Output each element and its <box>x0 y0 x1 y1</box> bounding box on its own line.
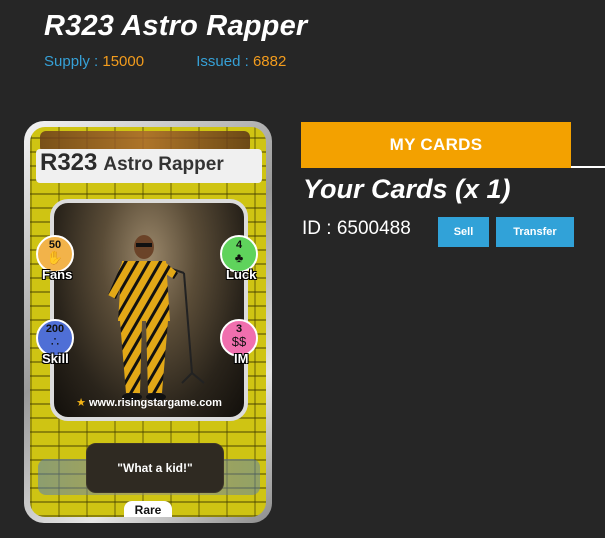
rapper-figure-illustration <box>108 235 205 401</box>
fans-label: Fans <box>42 267 73 282</box>
card-code: R323 <box>40 149 98 176</box>
fans-icon: ✋ <box>46 250 64 265</box>
sell-button[interactable]: Sell <box>438 217 489 247</box>
money-icon: $$ <box>231 334 247 349</box>
card-quote: "What a kid!" <box>117 461 193 475</box>
page-title: R323 Astro Rapper <box>44 10 308 42</box>
card-image: R323 Astro Rapper ★ www.risingstargame.c… <box>24 121 272 523</box>
issued-value: 6882 <box>252 53 287 70</box>
issued-label: Issued : <box>196 53 253 70</box>
luck-label: Luck <box>226 267 257 282</box>
supply-value: 15000 <box>102 53 145 70</box>
card-face: R323 Astro Rapper ★ www.risingstargame.c… <box>30 127 266 517</box>
card-name: Astro Rapper <box>103 154 224 175</box>
tab-my-cards-label: MY CARDS <box>389 135 483 154</box>
skill-icon: ∴ <box>50 334 60 349</box>
card-quote-box: "What a kid!" <box>86 443 224 493</box>
card-name-banner: R323 Astro Rapper <box>36 149 262 183</box>
supply-label: Supply : <box>44 53 103 70</box>
website-watermark: ★ www.risingstargame.com <box>54 396 244 409</box>
clover-icon: ♣ <box>234 250 244 265</box>
your-cards-heading: Your Cards (x 1) <box>303 174 511 204</box>
transfer-button[interactable]: Transfer <box>496 217 574 247</box>
star-icon: ★ <box>76 397 86 409</box>
card-id: ID : 6500488 <box>302 218 411 239</box>
skill-label: Skill <box>42 351 69 366</box>
rarity-badge: Rare <box>124 501 172 517</box>
watermark-text: www.risingstargame.com <box>89 397 222 409</box>
card-supply-info: Supply : 15000 Issued : 6882 <box>44 53 286 70</box>
card-photo: ★ www.risingstargame.com <box>50 199 248 421</box>
tab-my-cards[interactable]: MY CARDS <box>301 122 571 168</box>
tab-underline <box>571 166 605 168</box>
im-label: IM <box>234 351 249 366</box>
